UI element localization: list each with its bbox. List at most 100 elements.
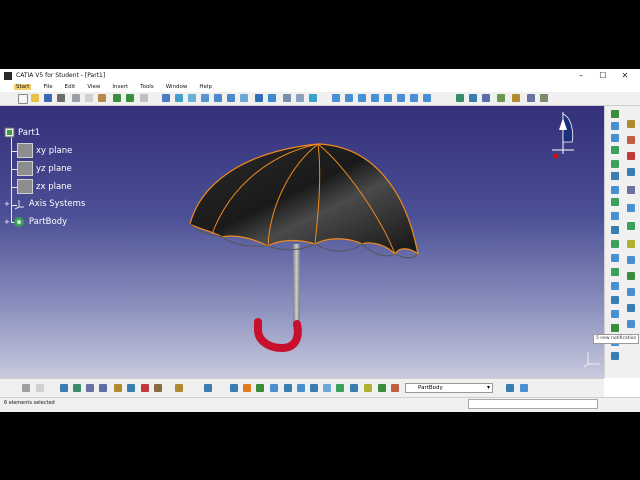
spline-icon[interactable] [627,272,635,280]
extract-icon[interactable] [611,282,619,290]
fit-all-icon[interactable] [175,94,183,102]
dimension-icon[interactable] [627,152,635,160]
parameters-icon[interactable] [527,94,535,102]
sketch-icon[interactable] [611,110,619,118]
notification-toast[interactable]: 5 new notification [593,334,640,344]
projection-icon[interactable] [627,222,635,230]
pocket-icon[interactable] [345,94,353,102]
menu-edit[interactable]: Edit [65,84,76,90]
snap-icon[interactable] [297,384,305,392]
open-icon[interactable] [31,94,39,102]
material-icon[interactable] [627,120,635,128]
hide-show-icon[interactable] [296,94,304,102]
comment-icon[interactable] [36,384,44,392]
whats-this-icon[interactable] [140,94,148,102]
extrude-icon[interactable] [611,198,619,206]
loft-icon[interactable] [423,94,431,102]
corner-icon[interactable] [627,304,635,312]
join-icon[interactable] [611,226,619,234]
measure-inertia-icon[interactable] [99,384,107,392]
define-in-work-icon[interactable] [506,384,514,392]
circle-icon[interactable] [627,256,635,264]
formula-icon[interactable] [512,94,520,102]
tools-icon[interactable] [540,94,548,102]
point-icon[interactable] [627,168,635,176]
menu-tools[interactable]: Tools [140,84,154,90]
reaction-icon[interactable] [154,384,162,392]
tree-node-zx-plane[interactable]: zx plane [17,179,72,194]
depth-icon[interactable] [378,384,386,392]
expand-plus-icon[interactable]: + [4,218,10,226]
shaft-icon[interactable] [358,94,366,102]
tree-node-partbody[interactable]: + PartBody [4,216,67,228]
scan-icon[interactable] [520,384,528,392]
translate-icon[interactable] [611,310,619,318]
undo-icon[interactable] [113,94,121,102]
tree-node-yz-plane[interactable]: yz plane [17,161,72,176]
pad-tool-icon[interactable] [611,134,619,142]
3d-viewport[interactable]: Part1 xy plane yz plane zx plane + Axis … [0,106,604,378]
hole-icon[interactable] [384,94,392,102]
trim-icon[interactable] [611,254,619,262]
offset-icon[interactable] [611,186,619,194]
visualization-icon[interactable] [350,384,358,392]
cut-icon[interactable] [72,94,80,102]
fillet-icon[interactable] [611,296,619,304]
swap-space-icon[interactable] [309,94,317,102]
tree-node-part1[interactable]: Part1 [4,127,40,138]
menu-help[interactable]: Help [199,84,212,90]
update-icon[interactable] [204,384,212,392]
lighting-icon[interactable] [364,384,372,392]
render-style-icon[interactable] [283,94,291,102]
ground-icon[interactable] [391,384,399,392]
dimensional-constraint-icon[interactable] [336,384,344,392]
redo-icon[interactable] [126,94,134,102]
save-icon[interactable] [44,94,52,102]
slot-icon[interactable] [410,94,418,102]
command-input[interactable] [468,399,598,409]
groove-icon[interactable] [371,94,379,102]
zoom-in-icon[interactable] [214,94,222,102]
body-select[interactable]: PartBody ▾ [405,383,493,393]
fill-icon[interactable] [611,212,619,220]
copy-icon[interactable] [85,94,93,102]
multi-view-icon[interactable] [255,94,263,102]
plane-tool-icon[interactable] [627,204,635,212]
scaling-icon[interactable] [611,352,619,360]
reorder-icon[interactable] [243,384,251,392]
check-icon[interactable] [141,384,149,392]
iso-view-icon[interactable] [268,94,276,102]
measure-between-icon[interactable] [73,384,81,392]
close-button[interactable]: ✕ [614,71,636,80]
umbrella-model[interactable] [0,106,604,378]
line-icon[interactable] [627,186,635,194]
catalog-icon[interactable] [60,384,68,392]
menu-insert[interactable]: Insert [112,84,128,90]
construction-icon[interactable] [310,384,318,392]
tree-node-xy-plane[interactable]: xy plane [17,143,72,158]
exit-workbench-icon[interactable] [611,122,619,130]
print-icon[interactable] [57,94,65,102]
normal-view-icon[interactable] [240,94,248,102]
intersection-icon[interactable] [627,240,635,248]
swap-visible-icon[interactable] [230,384,238,392]
connect-curve-icon[interactable] [627,320,635,328]
pad-icon[interactable] [332,94,340,102]
insert-body-icon[interactable] [256,384,264,392]
formula-fx-icon[interactable] [22,384,30,392]
umbrella-handle[interactable] [254,318,302,353]
fly-mode-icon[interactable] [162,94,170,102]
split-icon[interactable] [611,240,619,248]
paste-icon[interactable] [98,94,106,102]
measure-icon[interactable] [456,94,464,102]
measure-item-icon[interactable] [86,384,94,392]
pan-icon[interactable] [188,94,196,102]
menu-start[interactable]: Start [14,83,32,90]
knowledge-advisor-icon[interactable] [114,384,122,392]
expand-plus-icon[interactable]: + [4,200,10,208]
rotate-tool-icon[interactable] [611,324,619,332]
umbrella-shaft[interactable] [293,244,300,326]
analysis-icon[interactable] [469,94,477,102]
menu-view[interactable]: View [87,84,100,90]
geometric-constraint-icon[interactable] [323,384,331,392]
